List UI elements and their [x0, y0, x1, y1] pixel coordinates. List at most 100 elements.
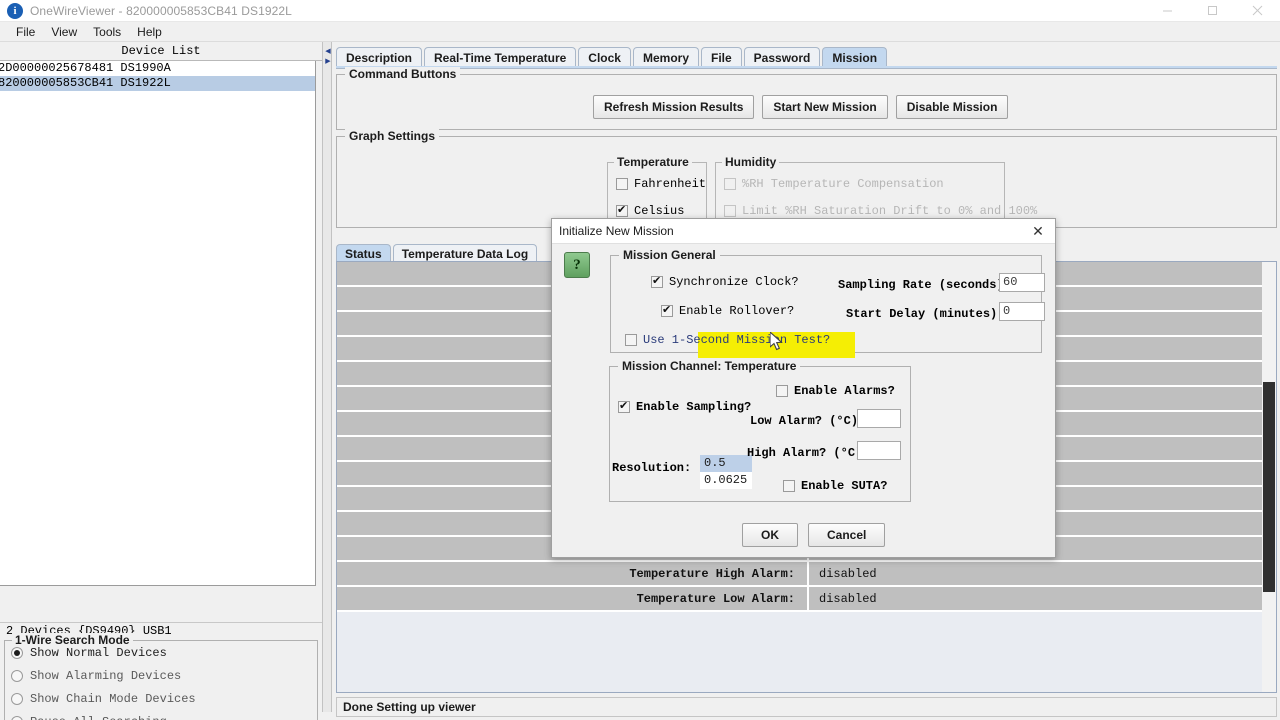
- checkbox-label: Enable SUTA?: [801, 479, 888, 493]
- resolution-label: Resolution:: [612, 461, 692, 475]
- minimize-icon[interactable]: [1145, 0, 1190, 22]
- tab-memory[interactable]: Memory: [632, 47, 699, 67]
- tab-underline: [336, 66, 1277, 69]
- start-delay-label: Start Delay (minutes): [846, 307, 998, 321]
- subtab-status[interactable]: Status: [336, 244, 391, 262]
- resolution-select[interactable]: 0.5 0.0625: [700, 455, 752, 489]
- radio-show-alarming-devices[interactable]: Show Alarming Devices: [5, 664, 317, 687]
- checkbox-fahrenheit[interactable]: Fahrenheit: [616, 177, 706, 191]
- resolution-option[interactable]: 0.0625: [700, 472, 752, 489]
- checkbox-synchronize-clock[interactable]: Synchronize Clock?: [651, 274, 799, 289]
- checkbox-icon: [783, 480, 795, 492]
- tab-real-time-temperature[interactable]: Real-Time Temperature: [424, 47, 577, 67]
- row-value: disabled: [807, 562, 1276, 585]
- list-item[interactable]: 820000005853CB41 DS1922L: [0, 76, 315, 91]
- mission-channel-temperature-panel: Mission Channel: Temperature Enable Alar…: [609, 359, 911, 502]
- search-mode-group: 1-Wire Search Mode Show Normal Devices S…: [4, 633, 318, 720]
- device-list[interactable]: 2D00000025678481 DS1990A 820000005853CB4…: [0, 61, 316, 586]
- checkbox-limit-rh-saturation-drift: Limit %RH Saturation Drift to 0% and 100…: [724, 204, 1037, 218]
- table-row: Temperature High Alarm: disabled: [337, 562, 1276, 587]
- humidity-group-title: Humidity: [722, 155, 780, 169]
- table-row: Temperature Low Alarm: disabled: [337, 587, 1276, 612]
- mission-channel-title: Mission Channel: Temperature: [618, 359, 801, 373]
- disable-mission-button[interactable]: Disable Mission: [895, 95, 1009, 119]
- resolution-option[interactable]: 0.5: [700, 455, 752, 472]
- checkbox-icon: [724, 205, 736, 217]
- checkbox-icon: [618, 399, 630, 413]
- checkbox-icon: [724, 178, 736, 190]
- command-buttons-panel: Command Buttons Refresh Mission Results …: [336, 67, 1277, 130]
- sampling-rate-label: Sampling Rate (seconds): [838, 278, 1004, 292]
- checkbox-enable-suta[interactable]: Enable SUTA?: [783, 479, 887, 493]
- initialize-new-mission-dialog: Initialize New Mission ✕ ? Mission Gener…: [551, 218, 1056, 558]
- window-controls: [1145, 0, 1280, 22]
- low-alarm-label: Low Alarm? (°C): [750, 414, 859, 428]
- checkbox-label: Enable Sampling?: [636, 400, 752, 414]
- table-scrollbar[interactable]: [1262, 262, 1276, 692]
- dialog-title: Initialize New Mission: [559, 224, 674, 238]
- dialog-buttons: OK Cancel: [742, 523, 886, 547]
- status-bar: Done Setting up viewer: [336, 697, 1277, 717]
- help-icon[interactable]: ?: [564, 252, 590, 278]
- temperature-group-title: Temperature: [614, 155, 692, 169]
- tab-password[interactable]: Password: [743, 47, 821, 67]
- checkbox-icon: [616, 203, 628, 217]
- start-delay-input[interactable]: 0: [999, 302, 1045, 321]
- split-pane-divider[interactable]: ◀ ▶: [322, 42, 332, 712]
- radio-label: Pause All Searching: [30, 715, 167, 720]
- checkbox-enable-sampling[interactable]: Enable Sampling?: [618, 399, 752, 414]
- menu-tools[interactable]: Tools: [85, 23, 129, 41]
- ok-button[interactable]: OK: [742, 523, 798, 547]
- checkbox-label: Fahrenheit: [634, 177, 707, 191]
- tab-file[interactable]: File: [701, 47, 742, 67]
- tab-clock[interactable]: Clock: [578, 47, 631, 67]
- radio-pause-all-searching[interactable]: Pause All Searching: [5, 710, 317, 720]
- cancel-button[interactable]: Cancel: [808, 523, 886, 547]
- maximize-icon[interactable]: [1190, 0, 1235, 22]
- checkbox-celsius[interactable]: Celsius: [616, 203, 684, 218]
- tab-mission[interactable]: Mission: [822, 47, 888, 67]
- radio-label: Show Normal Devices: [30, 645, 167, 660]
- checkbox-enable-rollover[interactable]: Enable Rollover?: [661, 303, 794, 318]
- radio-label: Show Chain Mode Devices: [30, 691, 196, 706]
- collapse-left-icon[interactable]: ◀: [324, 48, 332, 56]
- row-value: disabled: [807, 587, 1276, 610]
- subtab-temperature-data-log[interactable]: Temperature Data Log: [392, 244, 538, 262]
- mouse-cursor: [769, 330, 784, 352]
- close-icon[interactable]: ✕: [1021, 219, 1055, 244]
- window-title: OneWireViewer - 820000005853CB41 DS1922L: [30, 3, 292, 18]
- start-new-mission-button[interactable]: Start New Mission: [762, 95, 888, 119]
- checkbox-icon: [661, 303, 673, 317]
- high-alarm-input[interactable]: [857, 441, 901, 460]
- command-buttons-title: Command Buttons: [345, 67, 461, 81]
- graph-settings-title: Graph Settings: [345, 129, 440, 143]
- search-mode-title: 1-Wire Search Mode: [12, 633, 133, 647]
- checkbox-icon: [651, 274, 663, 288]
- radio-show-chain-mode-devices[interactable]: Show Chain Mode Devices: [5, 687, 317, 710]
- mission-general-title: Mission General: [619, 248, 720, 262]
- scrollbar-thumb[interactable]: [1263, 382, 1275, 592]
- device-panel: Device List 2D00000025678481 DS1990A 820…: [0, 42, 322, 720]
- checkbox-label: Use 1-Second Mission Test?: [643, 333, 831, 347]
- device-list-header: Device List: [0, 44, 322, 61]
- menu-view[interactable]: View: [43, 23, 85, 41]
- close-icon[interactable]: [1235, 0, 1280, 22]
- application-window: i OneWireViewer - 820000005853CB41 DS192…: [0, 0, 1280, 720]
- graph-settings-panel: Graph Settings Temperature Fahrenheit Ce…: [336, 129, 1277, 229]
- sampling-rate-input[interactable]: 60: [999, 273, 1045, 292]
- low-alarm-input[interactable]: [857, 409, 901, 428]
- main-tabs: Description Real-Time Temperature Clock …: [336, 45, 889, 67]
- menu-file[interactable]: File: [8, 23, 43, 41]
- info-icon: i: [7, 2, 23, 19]
- checkbox-use-1-second-mission-test[interactable]: Use 1-Second Mission Test?: [625, 333, 830, 347]
- checkbox-icon: [616, 178, 628, 190]
- list-item[interactable]: 2D00000025678481 DS1990A: [0, 61, 315, 76]
- checkbox-enable-alarms[interactable]: Enable Alarms?: [776, 384, 895, 398]
- checkbox-label: Limit %RH Saturation Drift to 0% and 100…: [742, 204, 1038, 218]
- menu-help[interactable]: Help: [129, 23, 170, 41]
- collapse-right-icon[interactable]: ▶: [324, 58, 332, 66]
- refresh-mission-results-button[interactable]: Refresh Mission Results: [593, 95, 755, 119]
- checkbox-icon: [776, 385, 788, 397]
- tab-description[interactable]: Description: [336, 47, 423, 67]
- radio-icon: [11, 692, 23, 705]
